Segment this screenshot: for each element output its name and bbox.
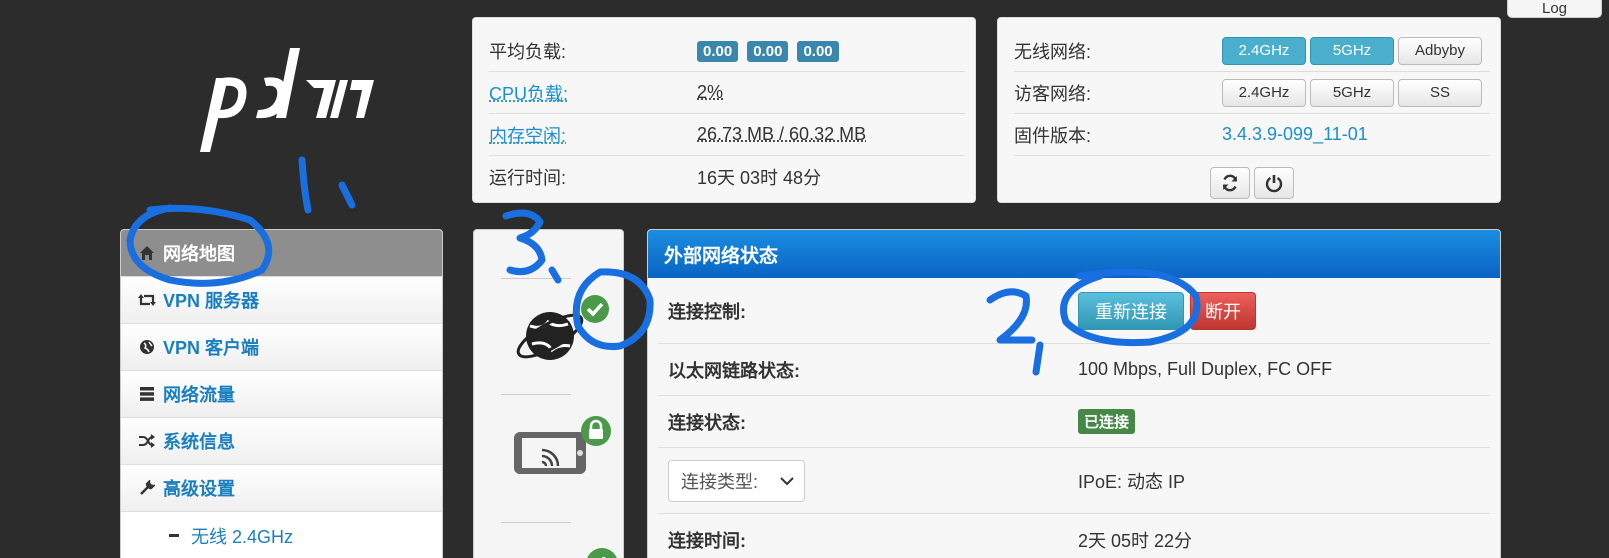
sidebar-item-label: VPN 服务器 [163, 287, 259, 313]
status-row: 连接状态: 已连接 [658, 396, 1490, 448]
time-row: 连接时间: 2天 05时 22分 [658, 514, 1490, 558]
system-status-card: 平均负载: 0.00 0.00 0.00 CPU负载: 2% 内存空闲: 26.… [472, 17, 976, 203]
reboot-button[interactable] [1210, 167, 1250, 199]
link-row: 以太网链路状态: 100 Mbps, Full Duplex, FC OFF [658, 344, 1490, 396]
guest-5-button[interactable]: 5GHz [1310, 79, 1394, 107]
sidebar-item-label: 网络地图 [163, 240, 235, 266]
connection-type-select[interactable]: 连接类型: [668, 460, 805, 502]
link-label: 以太网链路状态: [658, 357, 1078, 383]
status-label: 连接状态: [658, 409, 1078, 435]
sidebar-item-advanced[interactable]: 高级设置 [121, 465, 442, 512]
sidebar-item-label: VPN 客户端 [163, 334, 259, 360]
wireless-row: 无线网络: 2.4GHz 5GHz Adbyby [1014, 30, 1490, 72]
divider [501, 278, 571, 279]
adbyby-button[interactable]: Adbyby [1398, 37, 1482, 65]
list-icon [137, 384, 157, 404]
client-count-badge: 4 [586, 548, 618, 558]
memory-row: 内存空闲: 26.73 MB / 60.32 MB [489, 114, 965, 156]
sidebar-item-label: 系统信息 [163, 428, 235, 454]
type-value: IPoE: 动态 IP [1078, 468, 1185, 494]
home-icon [137, 243, 157, 263]
guest-label: 访客网络: [1014, 80, 1222, 106]
sidebar: 网络地图 VPN 服务器 VPN 客户端 网络流量 系统信息 高级设置 无线 2… [120, 229, 443, 558]
cpu-value: 2% [697, 82, 723, 103]
chevron-down-icon [780, 476, 794, 486]
memory-link[interactable]: 内存空闲: [489, 122, 697, 148]
wireless-label: 无线网络: [1014, 38, 1222, 64]
retweet-icon [137, 290, 157, 310]
uptime-label: 运行时间: [489, 164, 697, 190]
guest-row: 访客网络: 2.4GHz 5GHz SS [1014, 72, 1490, 114]
lock-icon [580, 415, 612, 447]
panel-title: 外部网络状态 [648, 230, 1500, 278]
load-badge-1: 0.00 [697, 41, 738, 62]
wrench-icon [137, 478, 157, 498]
divider [501, 394, 571, 395]
globe-icon [137, 337, 157, 357]
sidebar-item-network-map[interactable]: 网络地图 [121, 230, 442, 277]
reconnect-button[interactable]: 重新连接 [1078, 292, 1184, 330]
uptime-value: 16天 03时 48分 [697, 164, 821, 190]
load-row: 平均负载: 0.00 0.00 0.00 [489, 30, 965, 72]
select-label: 连接类型: [681, 468, 758, 494]
network-card: 无线网络: 2.4GHz 5GHz Adbyby 访客网络: 2.4GHz 5G… [997, 17, 1501, 203]
check-icon [580, 294, 610, 324]
firmware-link[interactable]: 3.4.3.9-099_11-01 [1222, 124, 1368, 145]
firmware-row: 固件版本: 3.4.3.9-099_11-01 [1014, 114, 1490, 156]
power-icon [1264, 173, 1284, 193]
control-row: 连接控制: 重新连接 断开 [658, 278, 1490, 344]
firmware-label: 固件版本: [1014, 122, 1222, 148]
sidebar-item-vpn-server[interactable]: VPN 服务器 [121, 277, 442, 324]
status-badge: 已连接 [1078, 409, 1135, 434]
sidebar-subitem-wireless-24[interactable]: 无线 2.4GHz [121, 512, 442, 558]
sidebar-item-traffic[interactable]: 网络流量 [121, 371, 442, 418]
sidebar-item-label: 网络流量 [163, 381, 235, 407]
refresh-icon [1220, 173, 1240, 193]
device-column: 4 [473, 229, 624, 558]
time-label: 连接时间: [658, 527, 1078, 553]
load-badge-5: 0.00 [747, 41, 788, 62]
link-value: 100 Mbps, Full Duplex, FC OFF [1078, 359, 1332, 380]
wireless-5-button[interactable]: 5GHz [1310, 37, 1394, 65]
random-icon [137, 431, 157, 451]
external-network-panel: 外部网络状态 连接控制: 重新连接 断开 以太网链路状态: 100 Mbps, … [647, 229, 1501, 558]
sidebar-subitem-label: 无线 2.4GHz [191, 523, 293, 549]
sidebar-item-system-info[interactable]: 系统信息 [121, 418, 442, 465]
wireless-clients-icon[interactable] [512, 428, 588, 478]
log-button[interactable]: Log [1507, 0, 1602, 18]
logo [198, 48, 378, 160]
ss-button[interactable]: SS [1398, 79, 1482, 107]
dash-icon [169, 534, 179, 537]
wireless-24-button[interactable]: 2.4GHz [1222, 37, 1306, 65]
load-label: 平均负载: [489, 38, 697, 64]
internet-globe-icon[interactable] [512, 296, 588, 372]
control-label: 连接控制: [658, 298, 1078, 324]
divider [501, 522, 571, 523]
memory-value: 26.73 MB / 60.32 MB [697, 124, 866, 145]
shutdown-button[interactable] [1254, 167, 1294, 199]
guest-24-button[interactable]: 2.4GHz [1222, 79, 1306, 107]
cpu-row: CPU负载: 2% [489, 72, 965, 114]
load-badge-15: 0.00 [797, 41, 838, 62]
sidebar-item-vpn-client[interactable]: VPN 客户端 [121, 324, 442, 371]
sidebar-item-label: 高级设置 [163, 475, 235, 501]
cpu-link[interactable]: CPU负载: [489, 80, 697, 106]
disconnect-button[interactable]: 断开 [1190, 292, 1256, 330]
uptime-row: 运行时间: 16天 03时 48分 [489, 156, 965, 198]
type-row: 连接类型: IPoE: 动态 IP [658, 448, 1490, 514]
annotation-mark-1 [302, 160, 308, 210]
power-row [1014, 156, 1490, 210]
time-value: 2天 05时 22分 [1078, 527, 1192, 553]
